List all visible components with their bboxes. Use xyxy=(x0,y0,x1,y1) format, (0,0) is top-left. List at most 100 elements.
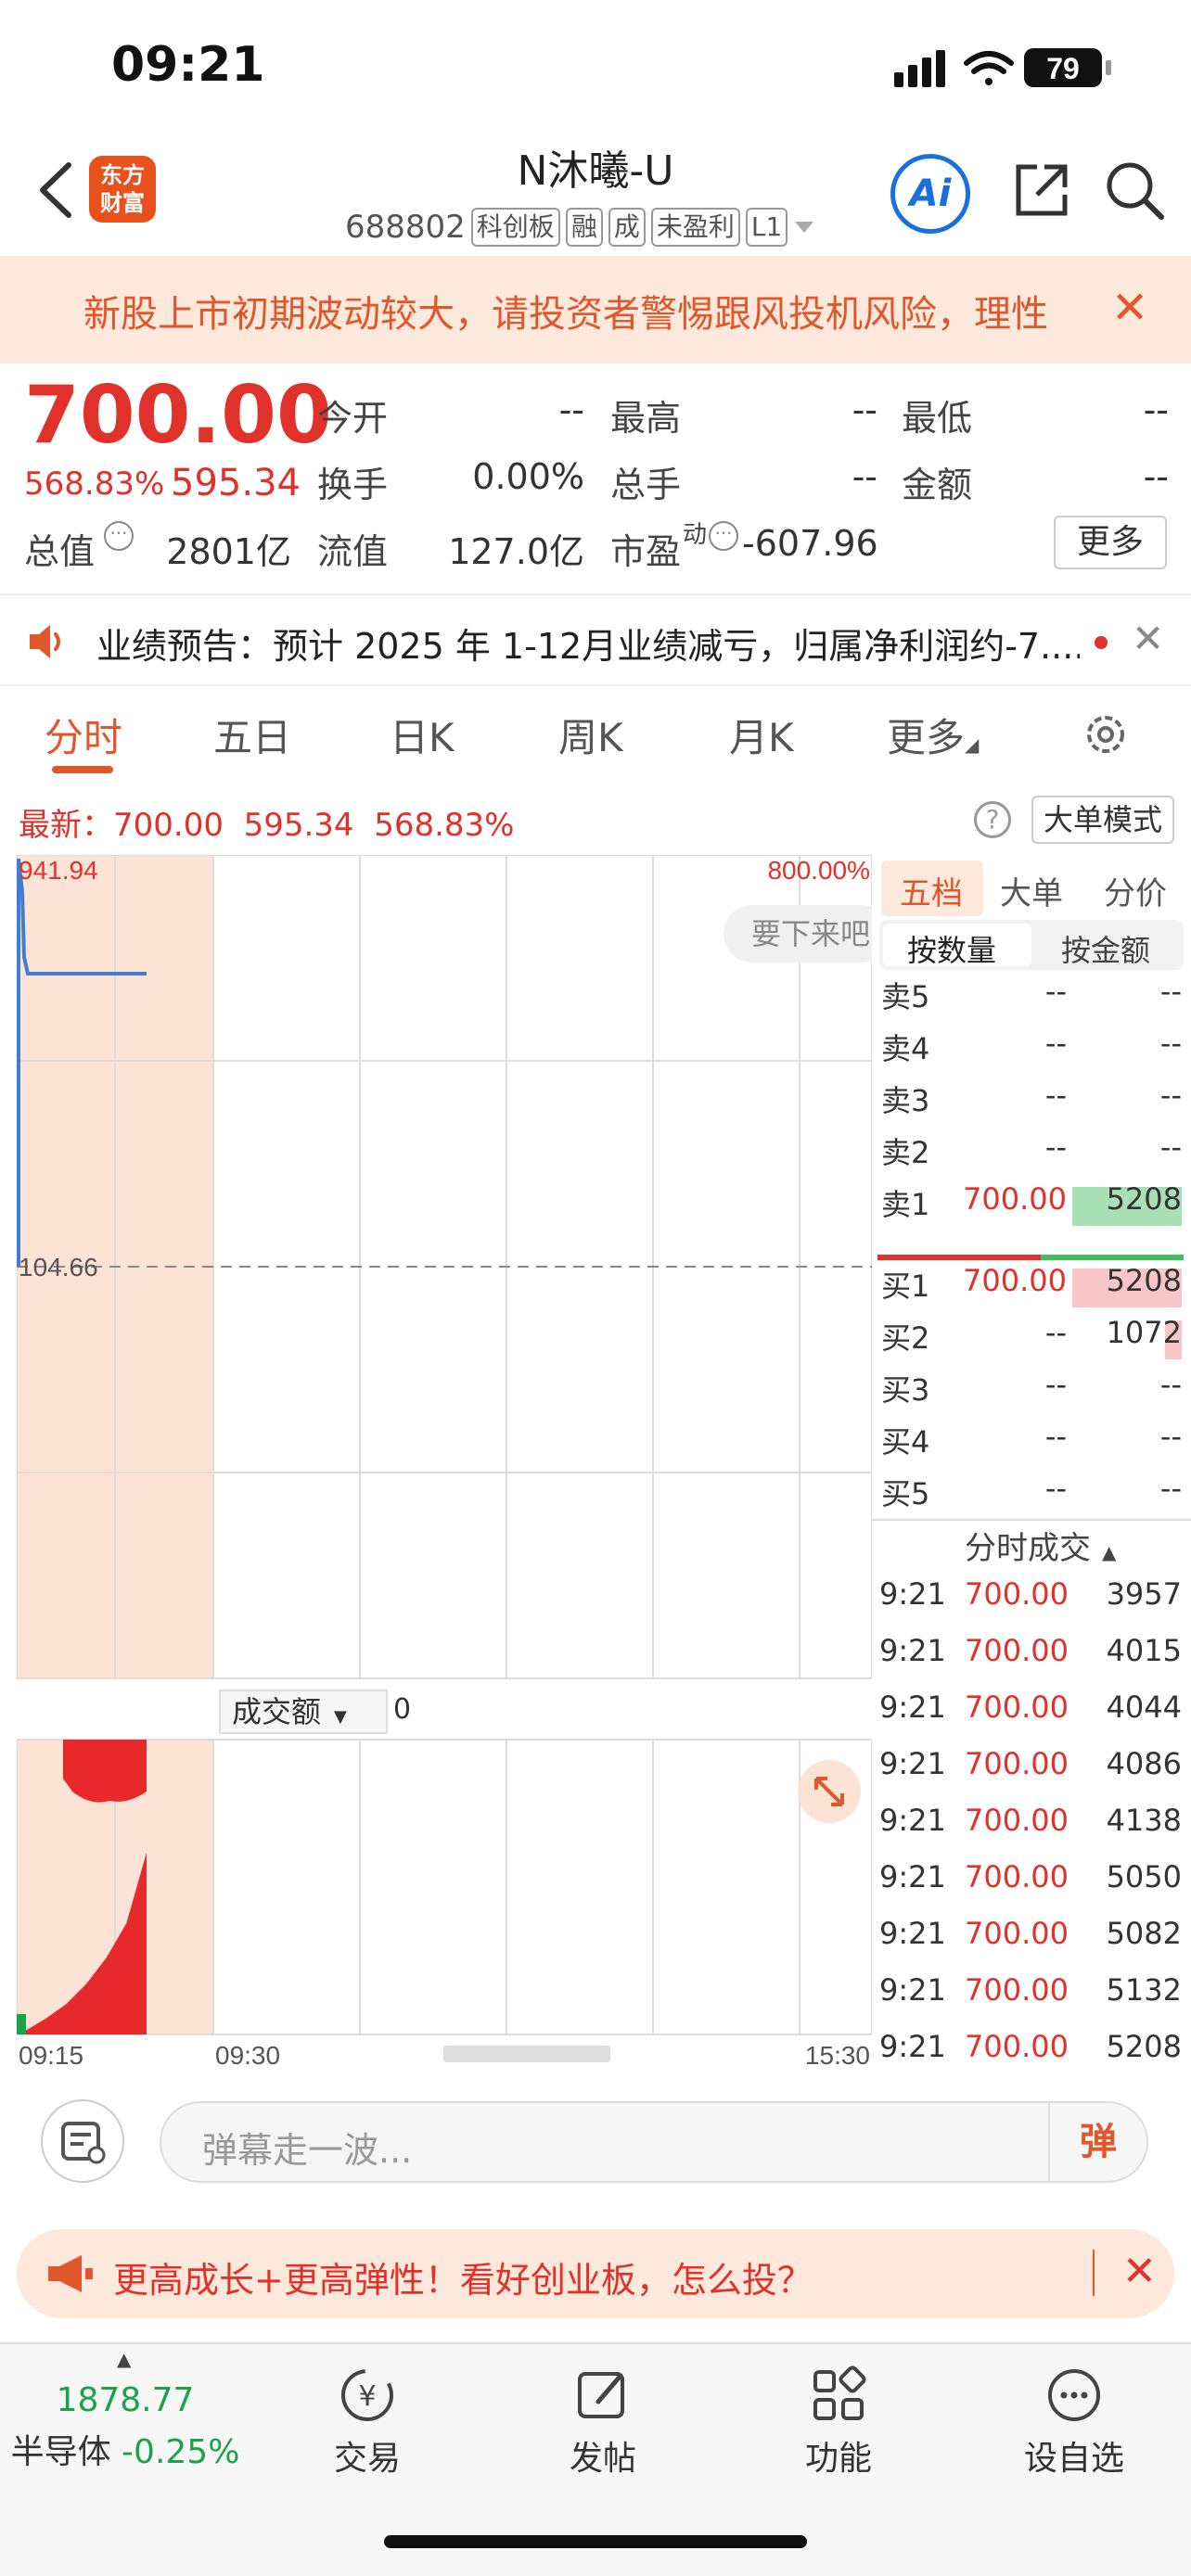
stock-code: 688802 xyxy=(345,209,466,246)
quote-value-float-cap: 127.0亿 xyxy=(448,531,584,572)
trade-row-1-qty: 3957 xyxy=(1106,1576,1182,1612)
blurred-time-label xyxy=(443,2046,610,2062)
bid-1-label: 买1 xyxy=(881,1269,930,1304)
big-order-mode-button[interactable]: 大单模式 xyxy=(1031,796,1174,844)
bid-3-price: -- xyxy=(1044,1367,1067,1402)
signal-icon xyxy=(894,50,945,87)
trade-row-3-qty: 4044 xyxy=(1106,1690,1182,1725)
more-quote-button[interactable]: 更多 xyxy=(1054,516,1167,569)
share-icon[interactable] xyxy=(1011,159,1072,221)
trade-row-2-qty: 4015 xyxy=(1106,1633,1182,1668)
ask-1-label: 卖5 xyxy=(881,979,930,1014)
trade-row-6-price: 700.00 xyxy=(965,1859,1069,1894)
danmaku-input[interactable]: 弹幕走一波... 弹 xyxy=(160,2101,1148,2183)
trade-row-9-time: 9:21 xyxy=(879,2029,946,2064)
toggle-by-amount[interactable]: 按金额 xyxy=(1061,927,1150,970)
quote-label-open: 今开 xyxy=(317,398,389,439)
ask-1-price: -- xyxy=(1044,974,1067,1009)
volume-value: 0 xyxy=(393,1693,412,1726)
promo-banner[interactable]: 更高成长+更高弹性！看好创业板，怎么投？ ✕ xyxy=(17,2229,1174,2318)
help-icon[interactable]: ? xyxy=(974,801,1011,838)
danmaku-send-button[interactable]: 弹 xyxy=(1048,2103,1146,2181)
ask-4-label: 卖2 xyxy=(881,1135,930,1170)
levels-tabs: 五档 大单 分价 xyxy=(874,861,1191,916)
trades-header[interactable]: 分时成交 ▲ xyxy=(965,1523,1116,1568)
bid-2-price: -- xyxy=(1044,1315,1067,1350)
ask-5-price: 700.00 xyxy=(963,1181,1067,1217)
bid-2-label: 买2 xyxy=(881,1320,930,1356)
quote-value-amount: -- xyxy=(1143,456,1169,497)
settings-gear-icon[interactable] xyxy=(1082,710,1130,762)
bid-3-qty: -- xyxy=(1159,1367,1182,1402)
tab-price-distribution[interactable]: 分价 xyxy=(1104,868,1167,913)
tab-intraday[interactable]: 分时 xyxy=(45,707,122,763)
risk-warning-text: 新股上市初期波动较大，请投资者警惕跟风投机风险，理性 xyxy=(83,293,1048,336)
bid-1-price: 700.00 xyxy=(963,1263,1067,1298)
more-dots-icon xyxy=(1048,2369,1100,2421)
stock-meta[interactable]: 688802 科创板 融 成 未盈利 L1 xyxy=(345,204,815,250)
tab-more[interactable]: 更多◢ xyxy=(887,707,979,763)
trade-row-1-time: 9:21 xyxy=(879,1576,946,1612)
promo-close-icon[interactable]: ✕ xyxy=(1122,2248,1157,2295)
index-name: 半导体 xyxy=(10,2433,111,2471)
home-indicator xyxy=(384,2535,807,2548)
nav-trade[interactable]: ¥ 交易 xyxy=(275,2363,460,2480)
ask-3-price: -- xyxy=(1044,1078,1067,1113)
caret-down-icon xyxy=(795,222,814,233)
trade-row-5-qty: 4138 xyxy=(1106,1803,1182,1838)
trade-row-4-qty: 4086 xyxy=(1106,1746,1182,1781)
tab-five-day[interactable]: 五日 xyxy=(213,707,291,763)
yuan-exchange-icon: ¥ xyxy=(341,2369,393,2421)
megaphone-icon xyxy=(45,2251,96,2300)
collapse-caret-icon[interactable]: ▲ xyxy=(117,2348,131,2370)
y-mid-label: 104.66 xyxy=(19,1253,98,1282)
trade-row-6-time: 9:21 xyxy=(879,1859,946,1894)
edit-post-icon xyxy=(578,2372,624,2418)
ask-3-qty: -- xyxy=(1159,1078,1182,1113)
ask-2-qty: -- xyxy=(1159,1026,1182,1061)
ask-4-price: -- xyxy=(1044,1129,1067,1165)
wifi-icon xyxy=(964,51,1014,85)
green-volume-bar xyxy=(17,2014,26,2034)
y-top-label: 941.94 xyxy=(19,856,98,885)
sort-up-icon: ▲ xyxy=(1102,1541,1117,1563)
qty-amount-toggle: 按数量 按金额 xyxy=(879,920,1184,970)
nav-add-watchlist[interactable]: 设自选 xyxy=(981,2363,1167,2480)
index-ticker[interactable]: 1878.77 半导体 -0.25% xyxy=(0,2381,250,2473)
info-dots-icon[interactable]: ··· xyxy=(104,521,134,551)
pe-info-icon[interactable]: ··· xyxy=(709,521,738,551)
trade-row-2-time: 9:21 xyxy=(879,1633,946,1668)
trade-row-3-price: 700.00 xyxy=(965,1690,1069,1725)
tab-weekly-k[interactable]: 周K xyxy=(558,707,623,763)
nav-post[interactable]: 发帖 xyxy=(510,2363,696,2480)
volume-selector[interactable]: 成交额 ▼ xyxy=(219,1690,388,1734)
bid-4-qty: -- xyxy=(1159,1419,1182,1454)
search-icon[interactable] xyxy=(1104,159,1165,221)
intraday-chart[interactable]: 941.94 104.66 800.00% 要下来吧 09:15 09:30 1… xyxy=(16,854,890,2077)
bid-4-price: -- xyxy=(1044,1419,1067,1454)
notice-close-icon[interactable]: ✕ xyxy=(1132,616,1164,661)
ask-2-price: -- xyxy=(1044,1026,1067,1061)
trade-row-8-price: 700.00 xyxy=(965,1972,1069,2008)
nav-functions[interactable]: 功能 xyxy=(746,2363,931,2480)
trade-row-2-price: 700.00 xyxy=(965,1633,1069,1668)
danmaku-settings-icon[interactable] xyxy=(41,2099,124,2183)
bid-5-label: 买5 xyxy=(881,1476,930,1511)
ask-1-qty: -- xyxy=(1159,974,1182,1009)
tab-big-orders[interactable]: 大单 xyxy=(1000,868,1063,913)
notice-bar[interactable]: 业绩预告：预计 2025 年 1-12月业绩减亏，归属净利润约-7.... ✕ xyxy=(0,593,1191,686)
danmaku-placeholder: 弹幕走一波... xyxy=(202,2130,413,2171)
toggle-by-quantity[interactable]: 按数量 xyxy=(907,927,996,970)
bid-3-label: 买3 xyxy=(881,1372,930,1408)
ask-4-qty: -- xyxy=(1159,1129,1182,1165)
quote-value-open: -- xyxy=(558,389,584,430)
tab-daily-k[interactable]: 日K xyxy=(390,707,455,763)
tab-monthly-k[interactable]: 月K xyxy=(729,707,794,763)
bid-ask-ratio-bar xyxy=(877,1246,1184,1260)
quote-label-low: 最低 xyxy=(902,398,973,439)
risk-close-icon[interactable]: ✕ xyxy=(1111,282,1148,334)
quote-value-high: -- xyxy=(852,389,877,430)
tab-five-levels[interactable]: 五档 xyxy=(900,868,963,913)
trade-row-7-qty: 5082 xyxy=(1106,1916,1182,1951)
ai-button[interactable]: Ai xyxy=(890,154,970,234)
